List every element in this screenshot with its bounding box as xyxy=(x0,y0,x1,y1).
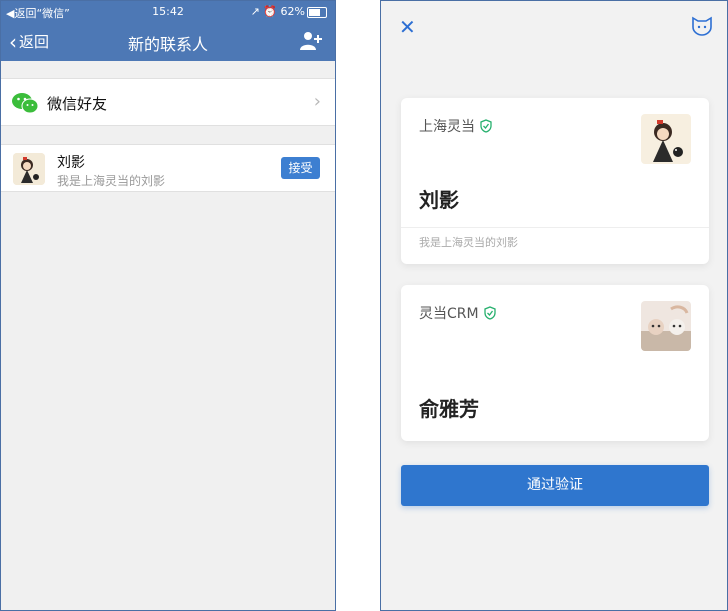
verify-button[interactable]: 通过验证 xyxy=(401,465,709,506)
contact-message: 我是上海灵当的刘影 xyxy=(57,174,166,188)
divider xyxy=(401,227,709,228)
contact-name: 刘影 xyxy=(419,188,459,212)
wechat-new-contacts-screen: ◀︎返回“微信” 15:42 ↗︎ ⏰ 62% ‹ 返回 新的联系人 微信好友 … xyxy=(0,0,336,611)
verified-shield-icon xyxy=(483,306,496,320)
verification-message: 我是上海灵当的刘影 xyxy=(419,236,518,249)
wechat-icon xyxy=(12,93,39,114)
contact-request-row[interactable]: 刘影 我是上海灵当的刘影 接受 xyxy=(1,144,335,192)
contact-card-secondary: 灵当CRM 俞雅芳 xyxy=(401,285,709,441)
verified-shield-icon xyxy=(480,119,492,133)
fox-logo-icon[interactable] xyxy=(691,15,713,37)
org-line: 灵当CRM xyxy=(419,303,496,323)
status-indicators: ↗︎ ⏰ 62% xyxy=(250,5,305,18)
org-name: 上海灵当 xyxy=(419,119,475,135)
org-name: 灵当CRM xyxy=(419,306,479,322)
status-bar: ◀︎返回“微信” 15:42 ↗︎ ⏰ 62% xyxy=(1,1,335,23)
contact-card-primary: 上海灵当 刘影 我是上海灵当的刘影 xyxy=(401,98,709,264)
verify-screen: ✕ 上海灵当 刘影 我是上海灵当的刘影 灵当CRM 俞雅芳 通过验证 xyxy=(380,0,728,611)
wechat-friends-row[interactable]: 微信好友 › xyxy=(1,78,335,126)
battery-icon xyxy=(307,7,327,18)
page-title: 新的联系人 xyxy=(127,35,208,54)
avatar xyxy=(641,301,691,351)
close-icon[interactable]: ✕ xyxy=(399,15,416,39)
chevron-right-icon: › xyxy=(313,91,321,112)
contact-name: 刘影 xyxy=(57,155,85,171)
nav-bar: ‹ 返回 新的联系人 xyxy=(1,23,335,61)
org-line: 上海灵当 xyxy=(419,116,492,136)
add-contact-icon[interactable] xyxy=(299,29,323,53)
contact-name: 俞雅芳 xyxy=(419,397,479,421)
avatar xyxy=(641,114,691,164)
wechat-friends-label: 微信好友 xyxy=(47,95,108,113)
avatar xyxy=(13,153,45,185)
accept-button[interactable]: 接受 xyxy=(281,157,320,179)
